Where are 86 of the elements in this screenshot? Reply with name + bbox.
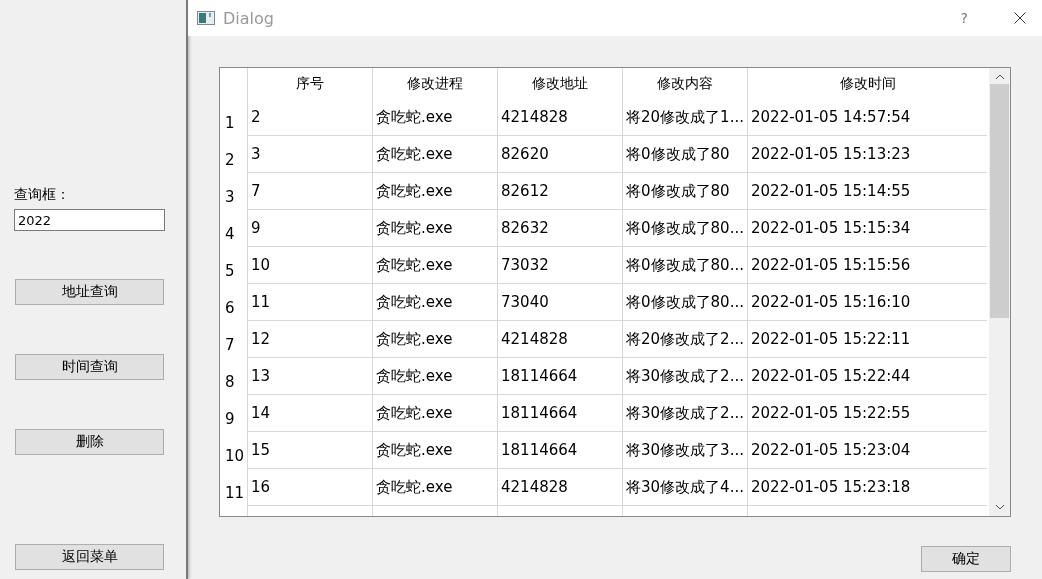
scroll-down-icon[interactable] <box>994 504 1005 510</box>
search-field[interactable]: 2022 <box>14 209 165 231</box>
table-cell: 将0修改成了80... <box>622 247 747 284</box>
table-cell: 贪吃蛇.exe <box>372 99 497 136</box>
table-cell: 16 <box>247 469 372 506</box>
table-cell: 14 <box>247 395 372 432</box>
scrollbar[interactable] <box>989 68 1010 516</box>
table-cell: 将0修改成了80 <box>622 173 747 210</box>
table-cell: 2022-01-05 14:57:54 <box>747 99 987 136</box>
table-cell: 2022-01-05 15:15:34 <box>747 210 987 247</box>
table-cell: 18114664 <box>497 395 622 432</box>
table-cell: 18114664 <box>497 358 622 395</box>
column-header[interactable]: 序号 <box>247 68 372 99</box>
table-cell: 7 <box>247 173 372 210</box>
row-header: 5 <box>224 260 236 282</box>
row-header: 3 <box>224 186 236 208</box>
table-cell: 2022-01-05 15:23:18 <box>747 469 987 506</box>
table-cell: 贪吃蛇.exe <box>372 136 497 173</box>
scroll-thumb[interactable] <box>990 84 1009 318</box>
table-cell: 15 <box>247 432 372 469</box>
table-cell: 贪吃蛇.exe <box>372 432 497 469</box>
row-header: 9 <box>224 408 236 430</box>
table-cell: 将0修改成了80... <box>622 210 747 247</box>
table-cell: 将30修改成了3... <box>622 432 747 469</box>
side-button[interactable]: 删除 <box>15 429 164 455</box>
table-cell: 4214828 <box>497 321 622 358</box>
table-cell: 将0修改成了80 <box>622 136 747 173</box>
table-cell: 2022-01-05 15:22:44 <box>747 358 987 395</box>
table-cell: 73040 <box>497 284 622 321</box>
row-header: 7 <box>224 334 236 356</box>
close-icon[interactable] <box>1014 12 1026 24</box>
table-cell: 73032 <box>497 247 622 284</box>
table-cell: 11 <box>247 284 372 321</box>
table-cell: 2 <box>247 99 372 136</box>
table-cell: 13 <box>247 358 372 395</box>
column-header[interactable]: 修改内容 <box>622 68 747 99</box>
window-title: Dialog <box>223 8 275 28</box>
table-cell: 贪吃蛇.exe <box>372 321 497 358</box>
table-cell: 贪吃蛇.exe <box>372 395 497 432</box>
table-cell: 2022-01-05 15:16:10 <box>747 284 987 321</box>
table-cell: 将20修改成了1... <box>622 99 747 136</box>
column-header[interactable]: 修改时间 <box>747 68 987 99</box>
row-header: 1 <box>224 112 236 134</box>
table-cell: 4214828 <box>497 99 622 136</box>
table-cell: 2022-01-05 15:13:23 <box>747 136 987 173</box>
table-cell: 2022-01-05 15:22:55 <box>747 395 987 432</box>
search-label: 查询框： <box>14 186 71 204</box>
window-icon <box>197 11 215 25</box>
row-header: 10 <box>224 445 246 467</box>
table-cell: 2022-01-05 15:15:56 <box>747 247 987 284</box>
table-cell: 2022-01-05 15:23:04 <box>747 432 987 469</box>
ok-button[interactable]: 确定 <box>921 546 1011 572</box>
table-cell: 贪吃蛇.exe <box>372 284 497 321</box>
help-button[interactable]: ? <box>960 10 968 26</box>
table-cell: 将0修改成了80... <box>622 284 747 321</box>
table-cell: 82632 <box>497 210 622 247</box>
table-cell: 3 <box>247 136 372 173</box>
row-header: 4 <box>224 223 236 245</box>
side-button[interactable]: 返回菜单 <box>15 544 164 570</box>
table-cell: 将30修改成了2... <box>622 358 747 395</box>
table-cell: 12 <box>247 321 372 358</box>
row-header: 2 <box>224 149 236 171</box>
table-cell: 82612 <box>497 173 622 210</box>
table-cell: 贪吃蛇.exe <box>372 358 497 395</box>
table-cell: 4214828 <box>497 469 622 506</box>
row-header: 6 <box>224 297 236 319</box>
table-cell: 82620 <box>497 136 622 173</box>
column-header[interactable]: 修改进程 <box>372 68 497 99</box>
table-cell: 18114664 <box>497 432 622 469</box>
table-cell: 将30修改成了2... <box>622 395 747 432</box>
side-button[interactable]: 地址查询 <box>15 279 164 305</box>
table-cell: 将30修改成了4... <box>622 469 747 506</box>
table-cell: 9 <box>247 210 372 247</box>
scroll-up-icon[interactable] <box>994 74 1005 80</box>
row-header: 11 <box>224 482 246 504</box>
table-cell: 贪吃蛇.exe <box>372 469 497 506</box>
table-cell: 2022-01-05 15:22:11 <box>747 321 987 358</box>
row-header: 8 <box>224 371 236 393</box>
table-cell: 贪吃蛇.exe <box>372 210 497 247</box>
table-cell: 贪吃蛇.exe <box>372 173 497 210</box>
column-header[interactable]: 修改地址 <box>497 68 622 99</box>
side-button[interactable]: 时间查询 <box>15 354 164 380</box>
table-cell: 2022-01-05 15:14:55 <box>747 173 987 210</box>
table-cell: 10 <box>247 247 372 284</box>
table-cell: 贪吃蛇.exe <box>372 247 497 284</box>
table-cell: 将20修改成了2... <box>622 321 747 358</box>
